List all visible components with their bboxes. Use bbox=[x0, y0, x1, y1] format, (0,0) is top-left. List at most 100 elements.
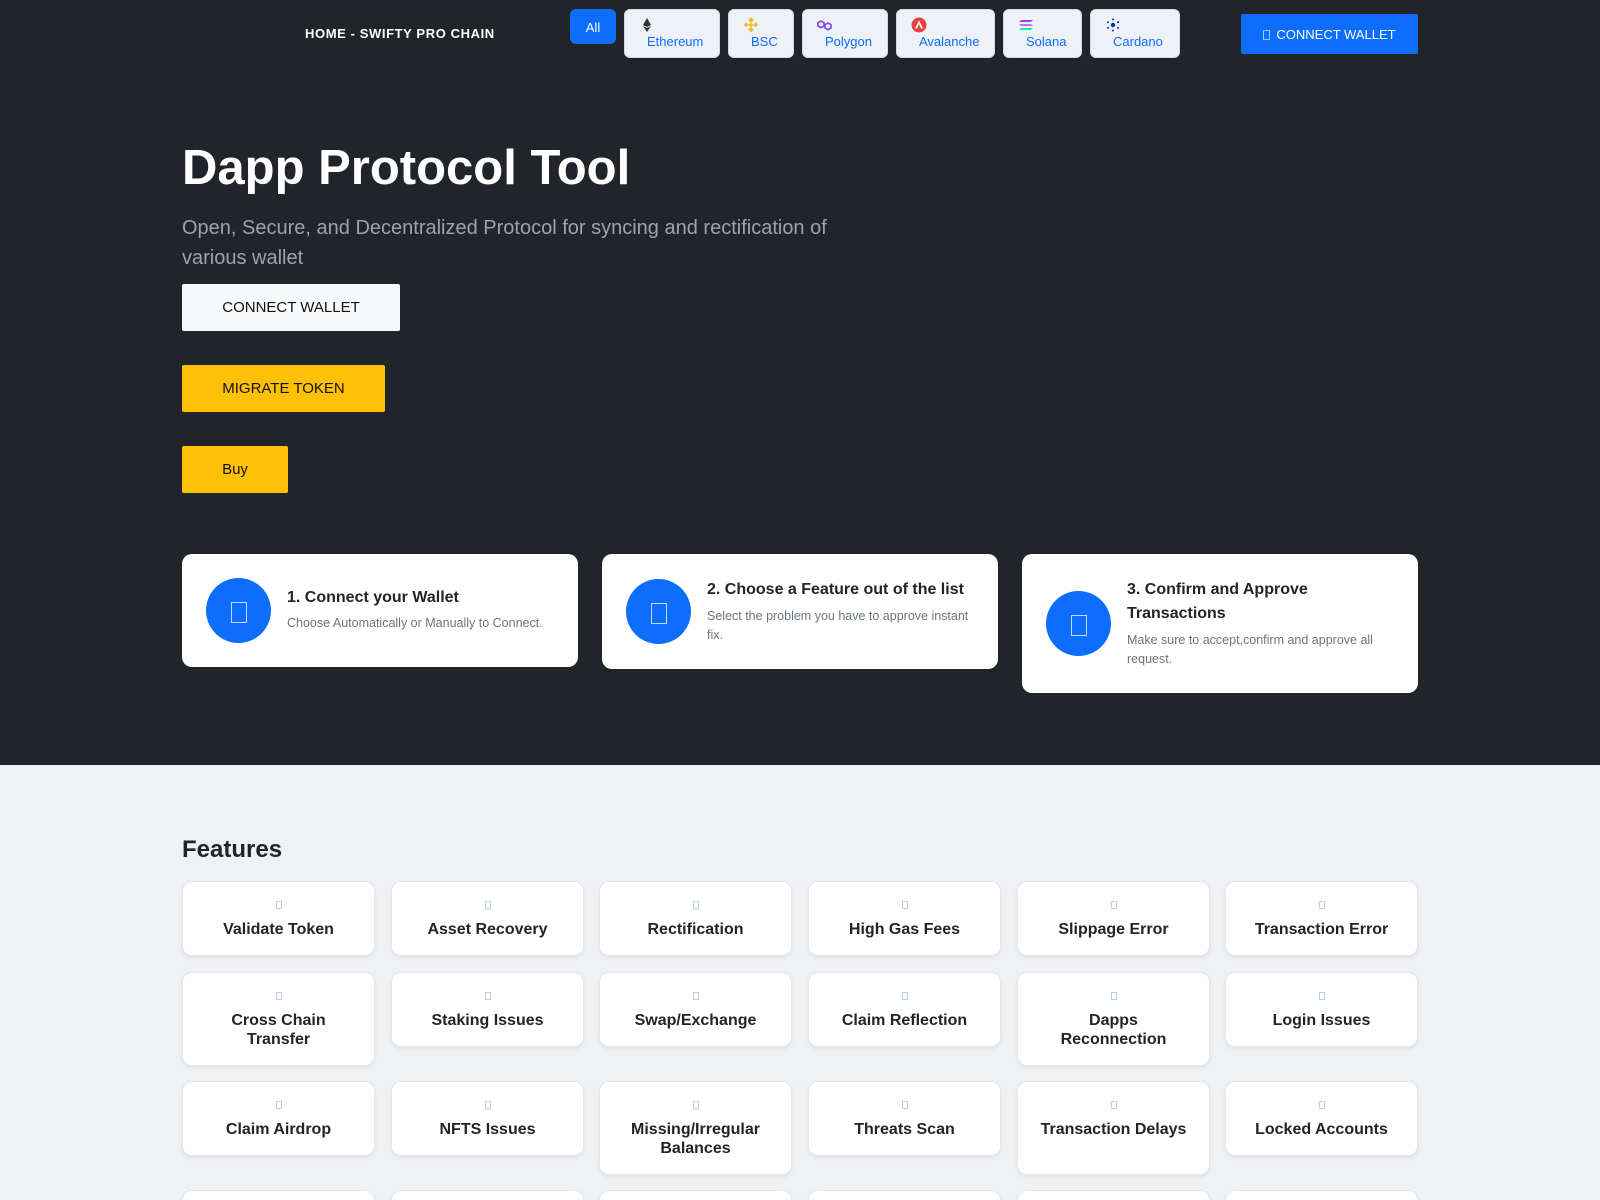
feature-card-partial[interactable] bbox=[599, 1190, 792, 1200]
feature-icon bbox=[485, 1101, 491, 1109]
feature-card-login-issues[interactable]: Login Issues bbox=[1225, 972, 1418, 1047]
solana-icon bbox=[1019, 20, 1033, 30]
feature-icon bbox=[693, 1101, 699, 1109]
wallet-icon bbox=[1263, 29, 1271, 40]
step-description: Make sure to accept,confirm and approve … bbox=[1127, 633, 1373, 666]
feature-icon bbox=[276, 901, 282, 909]
chain-tab-ethereum[interactable]: Ethereum bbox=[624, 9, 720, 58]
feature-card-nfts-issues[interactable]: NFTS Issues bbox=[391, 1081, 584, 1156]
feature-label: Swap/Exchange bbox=[634, 1012, 757, 1029]
feature-card-partial[interactable] bbox=[182, 1190, 375, 1200]
step-title: 1. Connect your Wallet bbox=[287, 589, 459, 606]
feature-label: Transaction Error bbox=[1254, 921, 1389, 938]
feature-card-locked-accounts[interactable]: Locked Accounts bbox=[1225, 1081, 1418, 1156]
buy-button[interactable]: Buy bbox=[182, 446, 288, 493]
feature-card-missing-irregular-balances[interactable]: Missing/Irregular Balances bbox=[599, 1081, 792, 1175]
chain-tab-label: All bbox=[585, 20, 601, 35]
feature-icon bbox=[276, 1101, 282, 1109]
feature-icon bbox=[902, 992, 908, 1000]
feature-card-partial[interactable] bbox=[391, 1190, 584, 1200]
feature-label: NFTS Issues bbox=[439, 1121, 536, 1138]
feature-icon bbox=[485, 992, 491, 1000]
feature-label: Missing/Irregular Balances bbox=[631, 1121, 760, 1157]
chain-tab-avalanche[interactable]: Avalanche bbox=[896, 9, 995, 58]
nav-connect-wallet-button[interactable]: CONNECT WALLET bbox=[1241, 14, 1418, 54]
nav-brand[interactable]: HOME - SWIFTY PRO CHAIN bbox=[305, 26, 495, 41]
step-card-confirm: 3. Confirm and Approve Transactions Make… bbox=[1022, 554, 1418, 693]
feature-card-cross-chain-transfer[interactable]: Cross Chain Transfer bbox=[182, 972, 375, 1066]
feature-icon bbox=[1111, 1101, 1117, 1109]
feature-card-high-gas-fees[interactable]: High Gas Fees bbox=[808, 881, 1001, 956]
feature-card-partial[interactable] bbox=[1017, 1190, 1210, 1200]
feature-label: Claim Airdrop bbox=[225, 1121, 332, 1138]
chain-tab-label: Solana bbox=[1026, 34, 1067, 49]
feature-label: Slippage Error bbox=[1058, 921, 1169, 938]
feature-icon bbox=[902, 901, 908, 909]
feature-card-staking-issues[interactable]: Staking Issues bbox=[391, 972, 584, 1047]
avalanche-icon bbox=[911, 17, 927, 33]
feature-label: Rectification bbox=[647, 921, 744, 938]
feature-icon bbox=[693, 901, 699, 909]
polygon-icon bbox=[817, 20, 832, 31]
feature-icon bbox=[1319, 901, 1325, 909]
chain-tab-label: Ethereum bbox=[647, 34, 704, 49]
feature-card-slippage-error[interactable]: Slippage Error bbox=[1017, 881, 1210, 956]
feature-label: Transaction Delays bbox=[1040, 1121, 1187, 1138]
feature-label: Staking Issues bbox=[431, 1012, 544, 1029]
feature-card-claim-reflection[interactable]: Claim Reflection bbox=[808, 972, 1001, 1047]
list-icon bbox=[626, 579, 691, 644]
feature-card-asset-recovery[interactable]: Asset Recovery bbox=[391, 881, 584, 956]
step-title: 3. Confirm and Approve Transactions bbox=[1127, 581, 1308, 622]
feature-card-partial[interactable] bbox=[808, 1190, 1001, 1200]
feature-icon bbox=[276, 992, 282, 1000]
feature-card-swap-exchange[interactable]: Swap/Exchange bbox=[599, 972, 792, 1047]
chain-tab-label: Cardano bbox=[1113, 34, 1163, 49]
feature-label: Claim Reflection bbox=[841, 1012, 968, 1029]
chain-tab-solana[interactable]: Solana bbox=[1003, 9, 1082, 58]
chain-tab-label: BSC bbox=[751, 34, 778, 49]
page-title: Dapp Protocol Tool bbox=[182, 141, 631, 195]
chain-tab-cardano[interactable]: Cardano bbox=[1090, 9, 1180, 58]
connect-wallet-button[interactable]: CONNECT WALLET bbox=[182, 284, 400, 331]
feature-label: Cross Chain Transfer bbox=[231, 1012, 326, 1048]
cardano-icon bbox=[1107, 18, 1119, 32]
feature-icon bbox=[902, 1101, 908, 1109]
feature-label: Dapps Reconnection bbox=[1060, 1012, 1167, 1048]
bsc-icon bbox=[743, 17, 759, 33]
chain-tab-label: Avalanche bbox=[919, 34, 980, 49]
feature-label: Locked Accounts bbox=[1255, 1121, 1388, 1138]
feature-label: Login Issues bbox=[1272, 1012, 1371, 1029]
feature-icon bbox=[485, 901, 491, 909]
ethereum-icon bbox=[643, 18, 651, 32]
migrate-token-button[interactable]: MIGRATE TOKEN bbox=[182, 365, 385, 412]
feature-label: Threats Scan bbox=[854, 1121, 955, 1138]
nav-connect-wallet-label: CONNECT WALLET bbox=[1276, 26, 1396, 42]
feature-icon bbox=[1111, 992, 1117, 1000]
chain-tab-label: Polygon bbox=[825, 34, 872, 49]
feature-card-partial[interactable] bbox=[1225, 1190, 1418, 1200]
feature-icon bbox=[693, 992, 699, 1000]
feature-card-claim-airdrop[interactable]: Claim Airdrop bbox=[182, 1081, 375, 1156]
feature-card-transaction-delays[interactable]: Transaction Delays bbox=[1017, 1081, 1210, 1175]
features-title: Features bbox=[182, 836, 283, 863]
feature-card-threats-scan[interactable]: Threats Scan bbox=[808, 1081, 1001, 1156]
feature-icon bbox=[1111, 901, 1117, 909]
step-title: 2. Choose a Feature out of the list bbox=[707, 581, 964, 598]
feature-card-dapps-reconnection[interactable]: Dapps Reconnection bbox=[1017, 972, 1210, 1066]
step-card-connect: 1. Connect your Wallet Choose Automatica… bbox=[182, 554, 578, 667]
feature-icon bbox=[1319, 992, 1325, 1000]
feature-label: Validate Token bbox=[223, 921, 334, 938]
feature-card-validate-token[interactable]: Validate Token bbox=[182, 881, 375, 956]
step-description: Select the problem you have to approve i… bbox=[707, 609, 969, 642]
chain-tab-polygon[interactable]: Polygon bbox=[802, 9, 888, 58]
feature-card-transaction-error[interactable]: Transaction Error bbox=[1225, 881, 1418, 956]
feature-label: High Gas Fees bbox=[848, 921, 961, 938]
hero-subtitle: Open, Secure, and Decentralized Protocol… bbox=[182, 217, 827, 269]
feature-icon bbox=[1319, 1101, 1325, 1109]
step-description: Choose Automatically or Manually to Conn… bbox=[287, 616, 543, 630]
chain-tab-bsc[interactable]: BSC bbox=[728, 9, 794, 58]
feature-card-rectification[interactable]: Rectification bbox=[599, 881, 792, 956]
chain-tab-all[interactable]: All bbox=[570, 9, 616, 44]
feature-label: Asset Recovery bbox=[427, 921, 548, 938]
check-icon bbox=[1046, 591, 1111, 656]
